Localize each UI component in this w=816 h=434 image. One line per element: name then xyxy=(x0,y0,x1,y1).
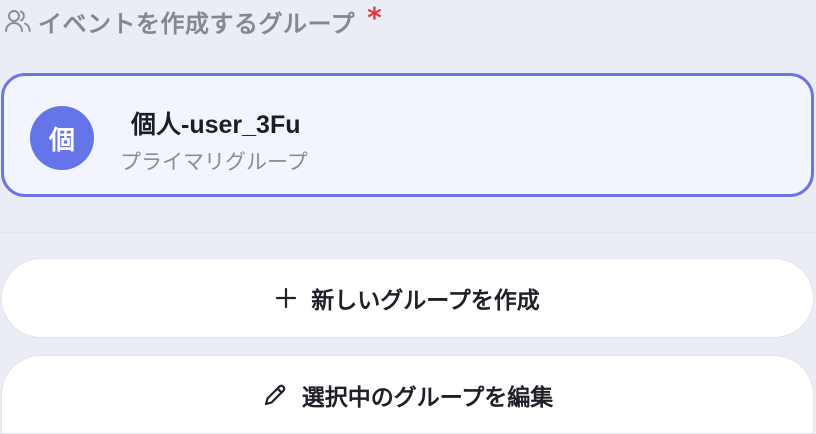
field-label-text: イベントを作成するグループ xyxy=(38,9,356,38)
divider xyxy=(0,232,816,233)
edit-group-label: 選択中のグループを編集 xyxy=(301,384,554,411)
plus-icon xyxy=(275,287,297,309)
pencil-icon xyxy=(262,382,288,408)
create-group-label: 新しいグループを作成 xyxy=(311,288,540,314)
create-group-button[interactable]: 新しいグループを作成 xyxy=(1,258,814,338)
required-asterisk: * xyxy=(367,0,382,34)
users-icon xyxy=(4,8,32,34)
group-field-label: イベントを作成するグループ * xyxy=(4,0,382,38)
group-avatar: 個 xyxy=(30,106,94,170)
group-name: 個人-user_3Fu xyxy=(131,111,301,139)
group-role: プライマリグループ xyxy=(120,150,308,174)
edit-group-button[interactable]: 選択中のグループを編集 xyxy=(1,355,814,434)
selected-group-card[interactable]: 個 個人-user_3Fu プライマリグループ xyxy=(1,73,814,197)
